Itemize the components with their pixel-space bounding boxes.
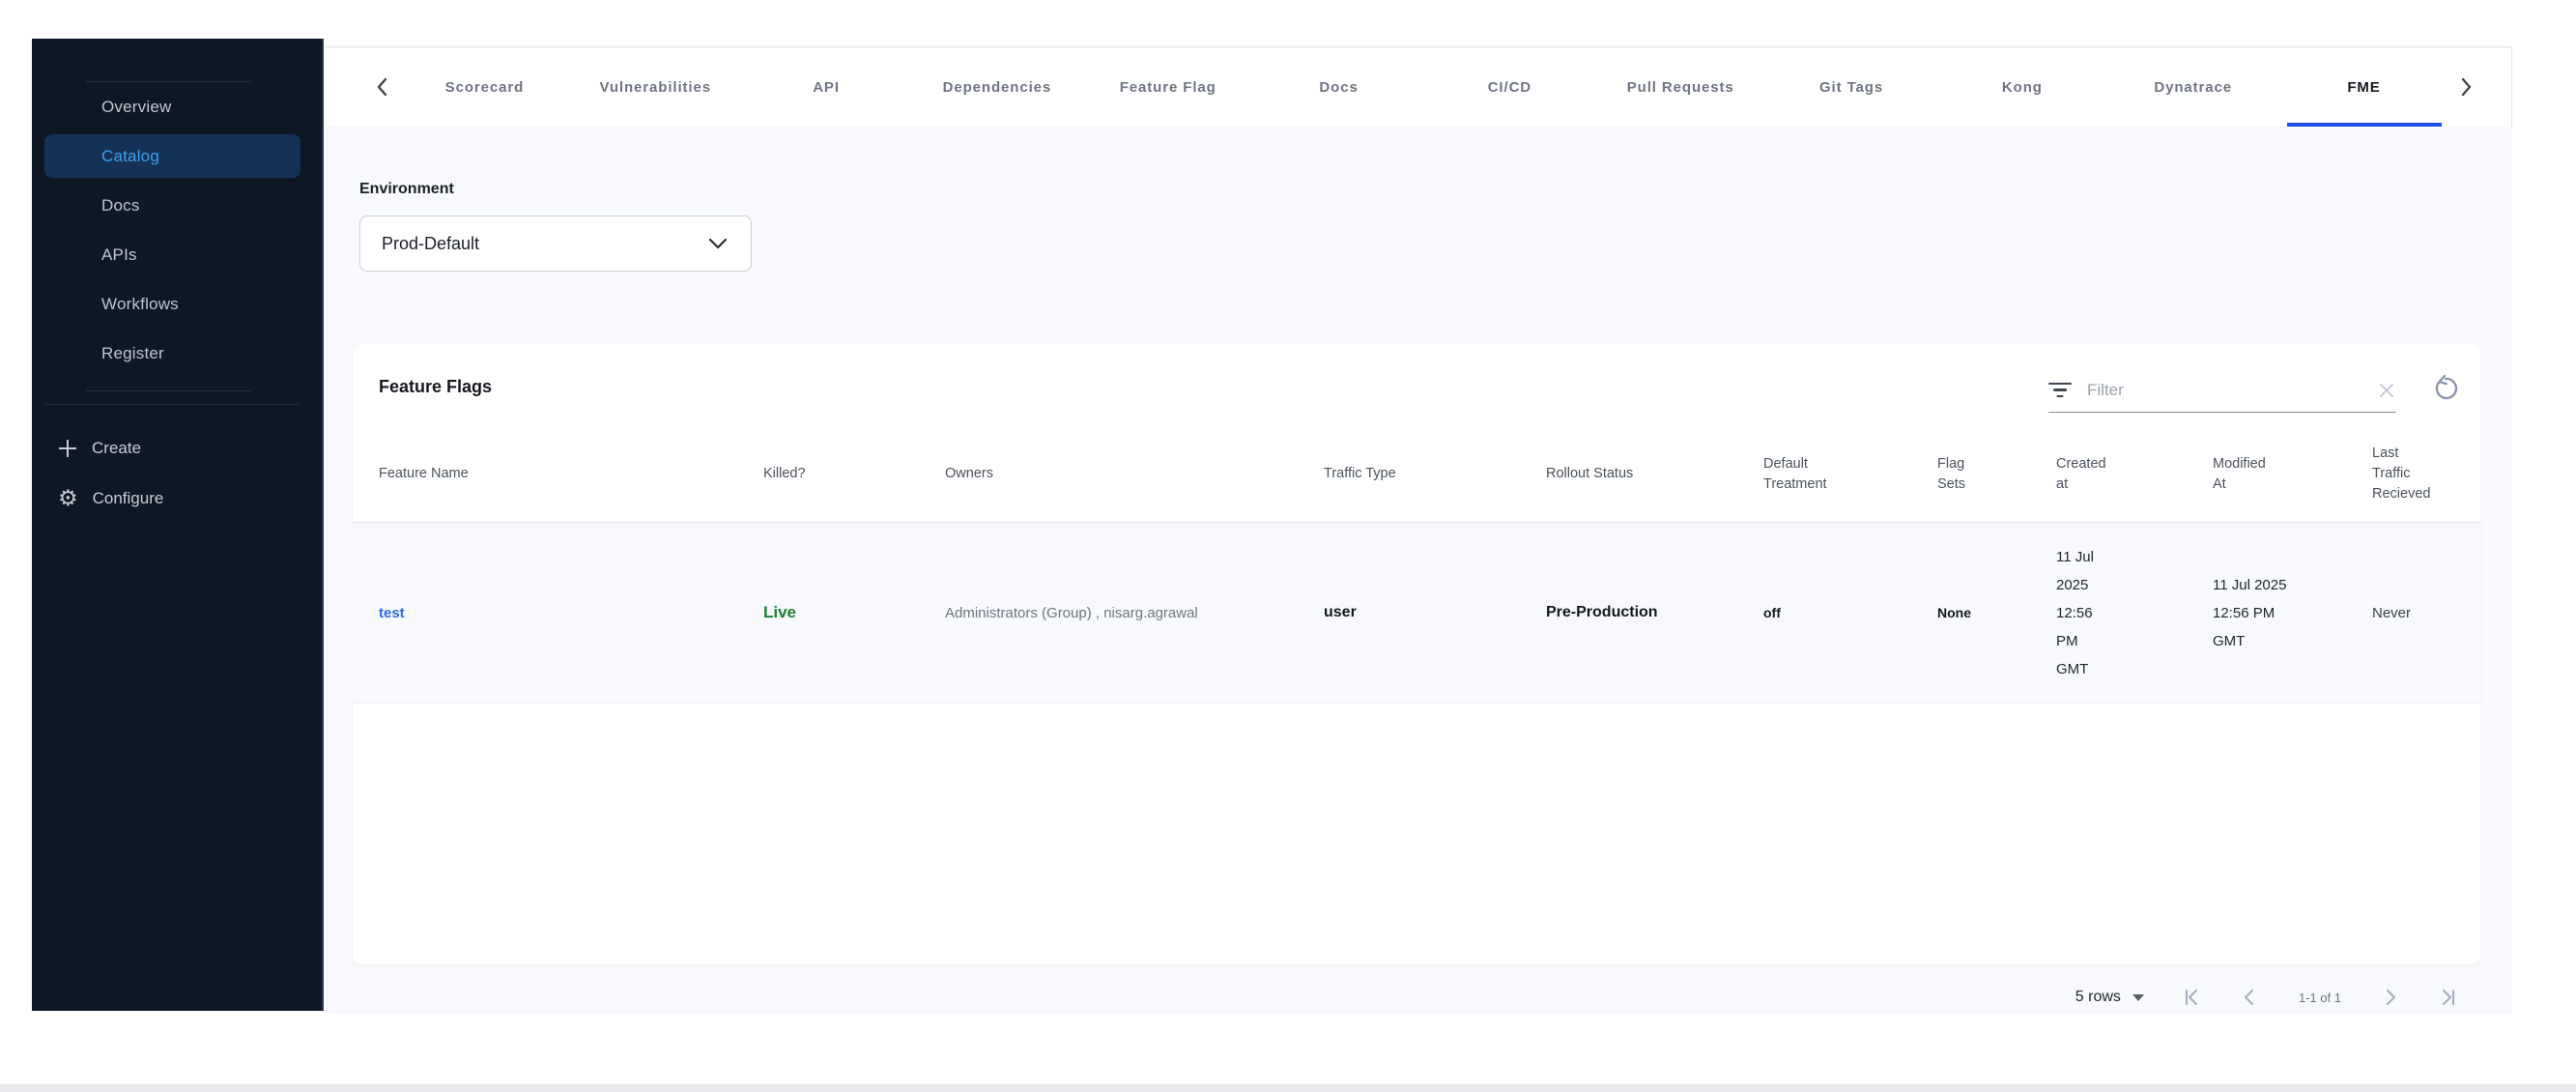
- configure-label: Configure: [92, 489, 164, 507]
- created-at-value: 11 Jul 2025 12:56 PM GMT: [2056, 548, 2094, 677]
- owners-value: Administrators (Group) , nisarg.agrawal: [945, 604, 1198, 621]
- sidebar-item-catalog[interactable]: Catalog: [44, 134, 301, 178]
- column-header-created-at: Created at: [2056, 455, 2106, 492]
- column-header-flag-sets: Flag Sets: [1937, 455, 1966, 492]
- column-header-modified-at: Modified At: [2213, 455, 2266, 492]
- sidebar-item-apis[interactable]: APIs: [32, 230, 322, 279]
- table-header-row: Feature Name Killed? Owners Traffic Type…: [353, 426, 2480, 523]
- tab-feature-flag[interactable]: Feature Flag: [1082, 47, 1253, 127]
- reset-icon: [2435, 374, 2458, 400]
- chevron-right-icon: [2387, 990, 2395, 1005]
- filter-control: [2048, 368, 2396, 413]
- chevron-right-icon: [2461, 77, 2472, 97]
- tab-pull-requests[interactable]: Pull Requests: [1595, 47, 1766, 127]
- tabs-scroll-right-button[interactable]: [2449, 47, 2482, 127]
- filter-clear-button[interactable]: [2377, 381, 2396, 400]
- column-header-last-traffic-recieved: Last Traffic Recieved: [2372, 445, 2431, 502]
- tab-docs[interactable]: Docs: [1253, 47, 1424, 127]
- page-range-label: 1-1 of 1: [2298, 990, 2341, 1005]
- sidebar: Overview Catalog Docs APIs Workflows Reg…: [32, 39, 324, 1011]
- filter-reset-button[interactable]: [2426, 369, 2465, 408]
- sidebar-item-workflows[interactable]: Workflows: [32, 279, 322, 329]
- column-header-feature-name: Feature Name: [379, 466, 469, 481]
- table-row: test Live Administrators (Group) , nisar…: [353, 523, 2480, 704]
- column-header-rollout-status: Rollout Status: [1546, 466, 1634, 481]
- last-page-icon: [2443, 990, 2454, 1005]
- last-traffic-received-value: Never: [2372, 604, 2412, 621]
- feature-flags-card: Feature Flags Feature Name Killed?: [353, 344, 2480, 964]
- tab-git-tags[interactable]: Git Tags: [1766, 47, 1937, 127]
- tab-fme[interactable]: FME: [2278, 47, 2449, 127]
- last-page-button[interactable]: [2438, 987, 2459, 1008]
- filter-icon: [2048, 382, 2072, 398]
- close-icon: [2380, 383, 2393, 397]
- tab-vulnerabilities[interactable]: Vulnerabilities: [570, 47, 741, 127]
- tab-scorecard[interactable]: Scorecard: [399, 47, 570, 127]
- rollout-status-value: Pre-Production: [1546, 604, 1658, 620]
- sidebar-item-overview[interactable]: Overview: [32, 82, 322, 131]
- killed-status: Live: [763, 603, 797, 621]
- rows-per-page-label: 5 rows: [2075, 989, 2121, 1005]
- tab-api[interactable]: API: [741, 47, 912, 127]
- traffic-type-value: user: [1324, 604, 1357, 620]
- sidebar-item-create[interactable]: Create: [32, 423, 322, 474]
- tab-kong[interactable]: Kong: [1936, 47, 2107, 127]
- main-area: Scorecard Vulnerabilities API Dependenci…: [326, 46, 2512, 1014]
- first-page-icon: [2185, 990, 2197, 1005]
- environment-label: Environment: [359, 181, 454, 197]
- column-header-killed: Killed?: [763, 466, 806, 481]
- feature-flags-title: Feature Flags: [379, 377, 493, 396]
- page: { "sidebar": { "items": [ { "label": "Ov…: [0, 0, 2576, 1092]
- rows-per-page-select[interactable]: 5 rows: [2075, 989, 2144, 1006]
- default-treatment-value: off: [1763, 605, 1781, 620]
- first-page-button[interactable]: [2181, 987, 2202, 1008]
- next-page-button[interactable]: [2380, 987, 2401, 1008]
- environment-select[interactable]: Prod-Default: [359, 216, 752, 272]
- tab-cicd[interactable]: CI/CD: [1424, 47, 1595, 127]
- gear-icon: ⚙: [58, 486, 78, 511]
- flag-sets-value: None: [1937, 605, 1971, 620]
- plus-icon: [58, 439, 77, 458]
- sidebar-item-configure[interactable]: ⚙ Configure: [32, 474, 322, 524]
- tabs-scroll-left-button[interactable]: [366, 47, 399, 127]
- sidebar-item-register[interactable]: Register: [32, 329, 322, 378]
- feature-name-link[interactable]: test: [379, 605, 405, 621]
- entity-tab-bar: Scorecard Vulnerabilities API Dependenci…: [326, 47, 2512, 127]
- chevron-left-icon: [377, 77, 387, 97]
- column-header-traffic-type: Traffic Type: [1324, 466, 1396, 481]
- previous-page-button[interactable]: [2239, 987, 2260, 1008]
- tab-dynatrace[interactable]: Dynatrace: [2107, 47, 2278, 127]
- chevron-left-icon: [2244, 990, 2253, 1005]
- table-pagination: 5 rows 1-1 of 1: [2075, 977, 2459, 1018]
- column-header-owners: Owners: [945, 466, 993, 481]
- column-header-default-treatment: Default Treatment: [1763, 455, 1827, 492]
- caret-down-icon: [2132, 993, 2144, 1001]
- modified-at-value: 11 Jul 2025 12:56 PM GMT: [2213, 576, 2287, 649]
- filter-input[interactable]: [2087, 380, 2361, 400]
- create-label: Create: [92, 439, 142, 457]
- tab-dependencies[interactable]: Dependencies: [911, 47, 1082, 127]
- sidebar-item-docs[interactable]: Docs: [32, 181, 322, 230]
- chevron-down-icon: [708, 238, 728, 249]
- environment-selected-value: Prod-Default: [382, 233, 480, 253]
- fme-tab-content: Environment Prod-Default Feature Flags F…: [326, 127, 2512, 1014]
- horizontal-scrollbar-track[interactable]: [0, 1084, 2576, 1092]
